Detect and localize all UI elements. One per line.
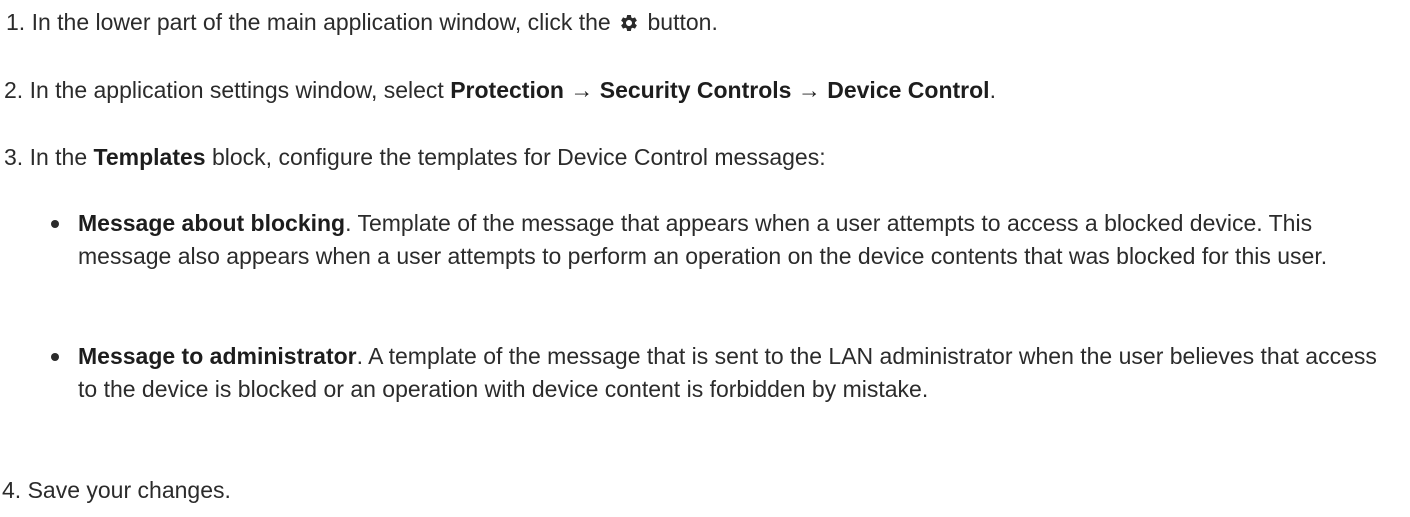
step-number: 4. (2, 477, 22, 503)
term: Message to administrator (78, 343, 357, 369)
step-text: In the lower part of the main applicatio… (31, 9, 611, 35)
step-2: 2. In the application settings window, s… (4, 74, 996, 107)
menu-path-device-control: Device Control (827, 77, 990, 103)
arrow-icon: → (570, 77, 594, 103)
step-number: 3. (4, 144, 24, 170)
step-text: Save your changes. (27, 477, 231, 503)
step-1: 1. In the lower part of the main applica… (6, 6, 718, 42)
term: Message about blocking (78, 210, 346, 236)
step-text-end: block, configure the templates for Devic… (211, 144, 826, 170)
gear-icon (619, 9, 639, 42)
templates-block-name: Templates (93, 144, 206, 170)
step-text-end: . (989, 77, 996, 103)
step-3: 3. In the Templates block, configure the… (4, 141, 826, 174)
step-text: In the application settings window, sele… (29, 77, 444, 103)
step-number: 2. (4, 77, 24, 103)
list-item: Message to administrator. A template of … (51, 340, 1398, 405)
step-text: In the (29, 144, 88, 170)
bullet-icon (51, 353, 59, 361)
menu-path-security-controls: Security Controls (599, 77, 792, 103)
list-item: Message about blocking. Template of the … (51, 207, 1398, 272)
menu-path-protection: Protection (450, 77, 564, 103)
arrow-icon: → (797, 77, 821, 103)
step-number: 1. (6, 9, 26, 35)
step-4: 4. Save your changes. (2, 474, 231, 507)
step-text-end: button. (647, 9, 718, 35)
bullet-icon (51, 220, 59, 228)
